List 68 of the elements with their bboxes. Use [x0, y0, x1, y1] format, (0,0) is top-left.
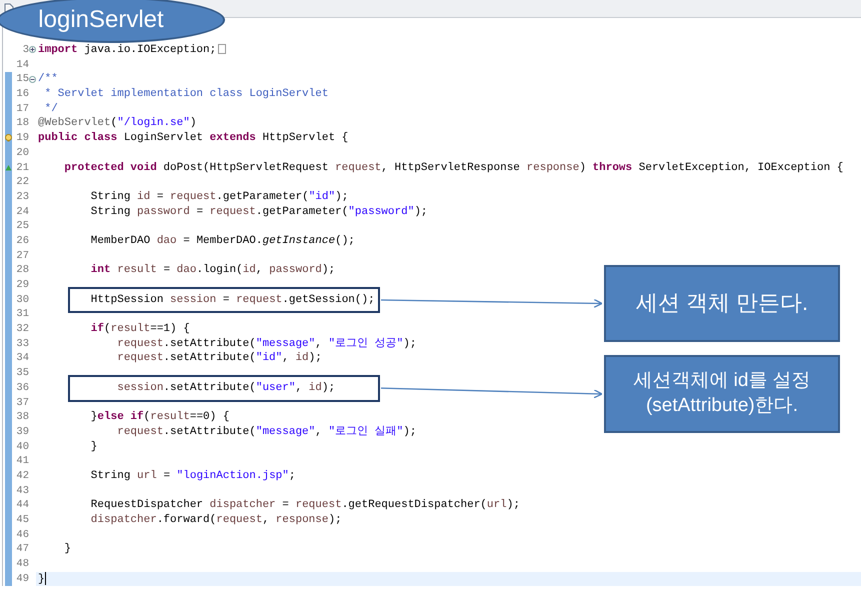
code-line: }else if(result==0) {	[90, 411, 230, 424]
line-number: 46	[16, 528, 29, 541]
line-number: 43	[16, 484, 29, 497]
code-line: if(result==1) {	[90, 323, 190, 336]
line-number: 44	[16, 499, 29, 512]
code-line: protected void doPost(HttpServletRequest request, HttpServletResponse response) throws ServletException, IOException {	[63, 162, 844, 174]
line-number: 47	[16, 543, 29, 556]
code-line: request.setAttribute("id", id);	[116, 352, 322, 364]
line-number: 49	[16, 572, 29, 585]
code-line: /**	[38, 73, 58, 86]
triangle-icon	[4, 164, 12, 172]
callout-box: 세션객체에 id를 설정 (setAttribute)한다.	[604, 355, 840, 433]
code-line: String id = request.getParameter("id");	[90, 190, 348, 203]
line-number: 36	[16, 382, 29, 394]
code-line: */	[44, 102, 58, 115]
line-number: 24	[16, 206, 29, 218]
line-number: 23	[16, 190, 29, 203]
line-number: 35	[16, 367, 29, 380]
line-number: 33	[16, 338, 29, 350]
line-number: 41	[16, 455, 29, 468]
code-line: int result = dao.login(id, password);	[90, 264, 336, 276]
line-number: 16	[16, 88, 29, 100]
line-number: 37	[16, 396, 29, 408]
code-line: public class LoginServlet extends HttpServlet {	[38, 132, 348, 144]
line-number: 29	[16, 279, 29, 291]
line-number: 40	[16, 440, 29, 453]
code-line: * Servlet implementation class LoginServlet	[44, 88, 328, 100]
code-line: dispatcher.forward(request, response);	[90, 514, 342, 526]
line-number: 39	[16, 426, 29, 438]
line-number: 22	[16, 176, 29, 188]
callout-box: 세션 객체 만든다.	[604, 265, 840, 342]
line-number: 15	[16, 73, 29, 86]
code-line: String password = request.getParameter("password");	[90, 206, 428, 218]
code-line: RequestDispatcher dispatcher = request.getRequestDispatcher(url);	[90, 499, 520, 512]
line-number: 14	[16, 58, 29, 71]
line-number: 20	[16, 146, 29, 159]
line-number: 26	[16, 234, 29, 247]
code-line: request.setAttribute("message", "로그인 실패");	[116, 426, 416, 438]
line-number: 17	[16, 102, 29, 115]
line-number: 25	[16, 220, 29, 232]
line-number: 34	[16, 352, 29, 364]
line-number: 28	[16, 264, 29, 276]
code-line: }	[90, 440, 98, 453]
line-number: 21	[16, 162, 29, 174]
code-line: import java.io.IOException;	[38, 44, 216, 56]
line-number: 30	[16, 294, 29, 306]
code-line: HttpSession session = request.getSession();	[90, 294, 375, 306]
line-number: 27	[16, 250, 29, 262]
code-line: }	[38, 573, 45, 586]
line-number: 31	[16, 308, 29, 320]
line-number: 18	[16, 117, 29, 130]
code-line: }	[63, 543, 72, 556]
line-number: 45	[16, 514, 29, 526]
code-line: request.setAttribute("message", "로그인 성공");	[116, 338, 416, 350]
fold-expand-icon[interactable]	[29, 46, 36, 54]
line-number: 42	[16, 470, 29, 482]
code-line: String url = "loginAction.jsp";	[90, 470, 296, 482]
line-number: 38	[16, 411, 29, 424]
line-number: 32	[16, 323, 29, 336]
line-number: 19	[16, 132, 29, 144]
code-line: MemberDAO dao = MemberDAO.getInstance();	[90, 234, 355, 247]
title-bubble: loginServlet	[0, 0, 225, 43]
line-number: 3	[22, 44, 29, 56]
code-line: @WebServlet("/login.se")	[38, 117, 196, 130]
text-cursor	[44, 572, 46, 585]
fold-collapse-icon[interactable]	[29, 76, 36, 84]
line-number: 48	[16, 558, 29, 570]
code-line: session.setAttribute("user", id);	[116, 382, 336, 394]
